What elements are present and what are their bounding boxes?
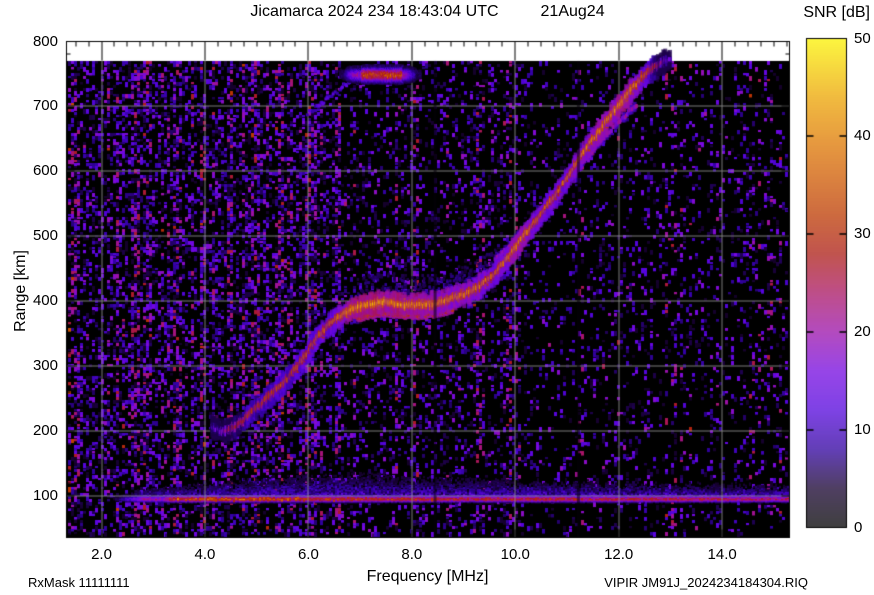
colorbar-tick-label: 10 bbox=[854, 420, 871, 438]
y-tick-label: 700 bbox=[32, 97, 58, 115]
colorbar-tick-label: 40 bbox=[854, 127, 871, 145]
title-text: Jicamarca 2024 234 18:43:04 UTC bbox=[250, 3, 499, 20]
x-tick-label: 10.0 bbox=[500, 546, 530, 563]
y-tick-label: 100 bbox=[32, 486, 58, 504]
y-tick-label: 600 bbox=[32, 162, 58, 180]
y-tick-label: 800 bbox=[32, 32, 58, 50]
y-tick-label: 400 bbox=[32, 291, 58, 309]
x-tick-label: 14.0 bbox=[707, 546, 737, 563]
ionogram-heatmap-canvas bbox=[0, 0, 874, 595]
colorbar-tick-label: 20 bbox=[854, 322, 871, 340]
y-tick-label: 200 bbox=[32, 421, 58, 439]
colorbar-tick-label: 30 bbox=[854, 225, 871, 243]
colorbar-title: SNR [dB] bbox=[803, 4, 870, 21]
chart-title: Jicamarca 2024 234 18:43:04 UTC 21Aug24 bbox=[66, 3, 789, 21]
x-tick-label: 8.0 bbox=[401, 546, 423, 563]
x-tick-label: 4.0 bbox=[194, 546, 216, 563]
y-tick-label: 300 bbox=[32, 356, 58, 374]
date-label: 21Aug24 bbox=[540, 3, 605, 20]
x-tick-label: 6.0 bbox=[297, 546, 319, 563]
datafile-text: VIPIR JM91J_2024234184304.RIQ bbox=[604, 575, 808, 590]
x-tick-label: 2.0 bbox=[91, 546, 112, 563]
colorbar-tick-label: 0 bbox=[854, 518, 863, 536]
x-tick-label: 12.0 bbox=[604, 546, 634, 563]
colorbar-tick-label: 50 bbox=[854, 29, 871, 47]
y-tick-label: 500 bbox=[32, 227, 58, 245]
rxmask-text: RxMask 11111111 bbox=[28, 575, 130, 590]
